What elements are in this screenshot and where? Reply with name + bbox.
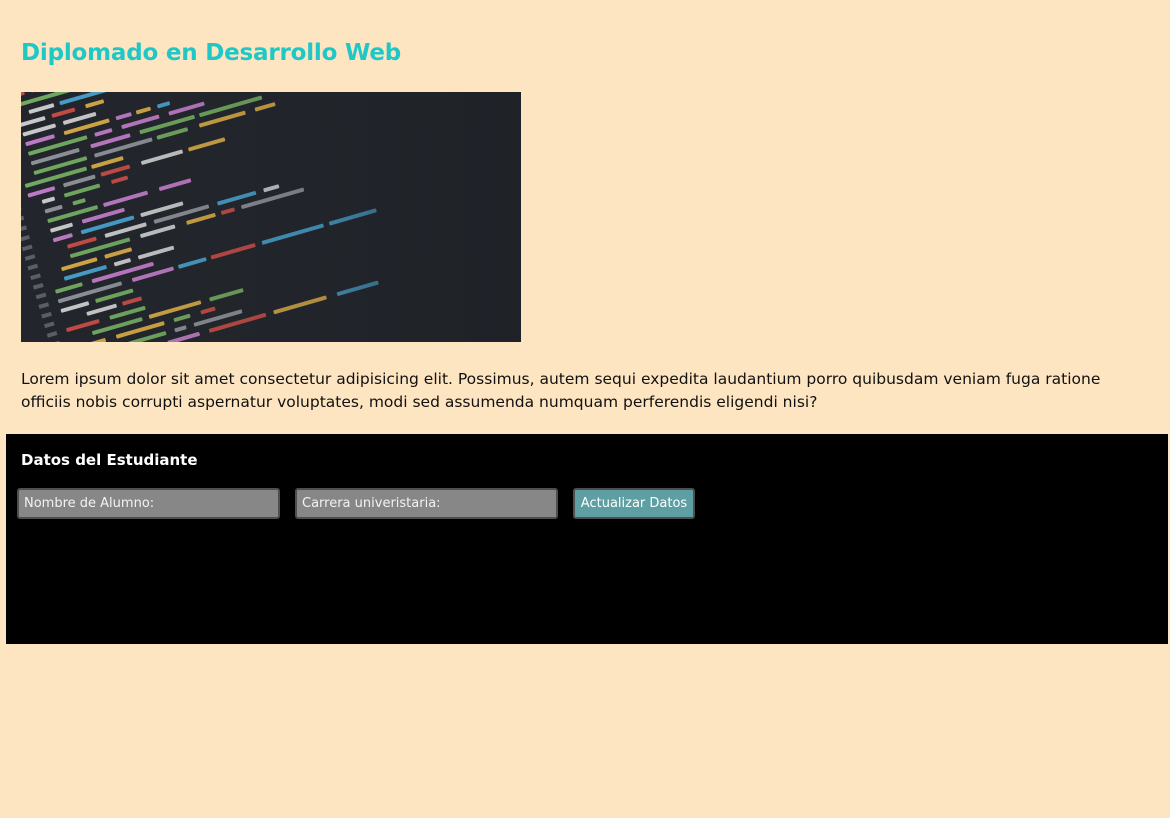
panel-title: Datos del Estudiante <box>21 451 198 469</box>
student-data-panel: Datos del Estudiante Actualizar Datos <box>6 434 1168 644</box>
career-input[interactable] <box>295 488 558 519</box>
description-text: Lorem ipsum dolor sit amet consectetur a… <box>21 370 1101 411</box>
code-editor-image <box>21 92 521 342</box>
update-data-button[interactable]: Actualizar Datos <box>573 488 695 519</box>
student-name-input[interactable] <box>17 488 280 519</box>
hero-image <box>21 92 521 342</box>
page-title: Diplomado en Desarrollo Web <box>21 40 402 66</box>
page: Diplomado en Desarrollo Web Lorem ipsum … <box>0 0 1170 818</box>
